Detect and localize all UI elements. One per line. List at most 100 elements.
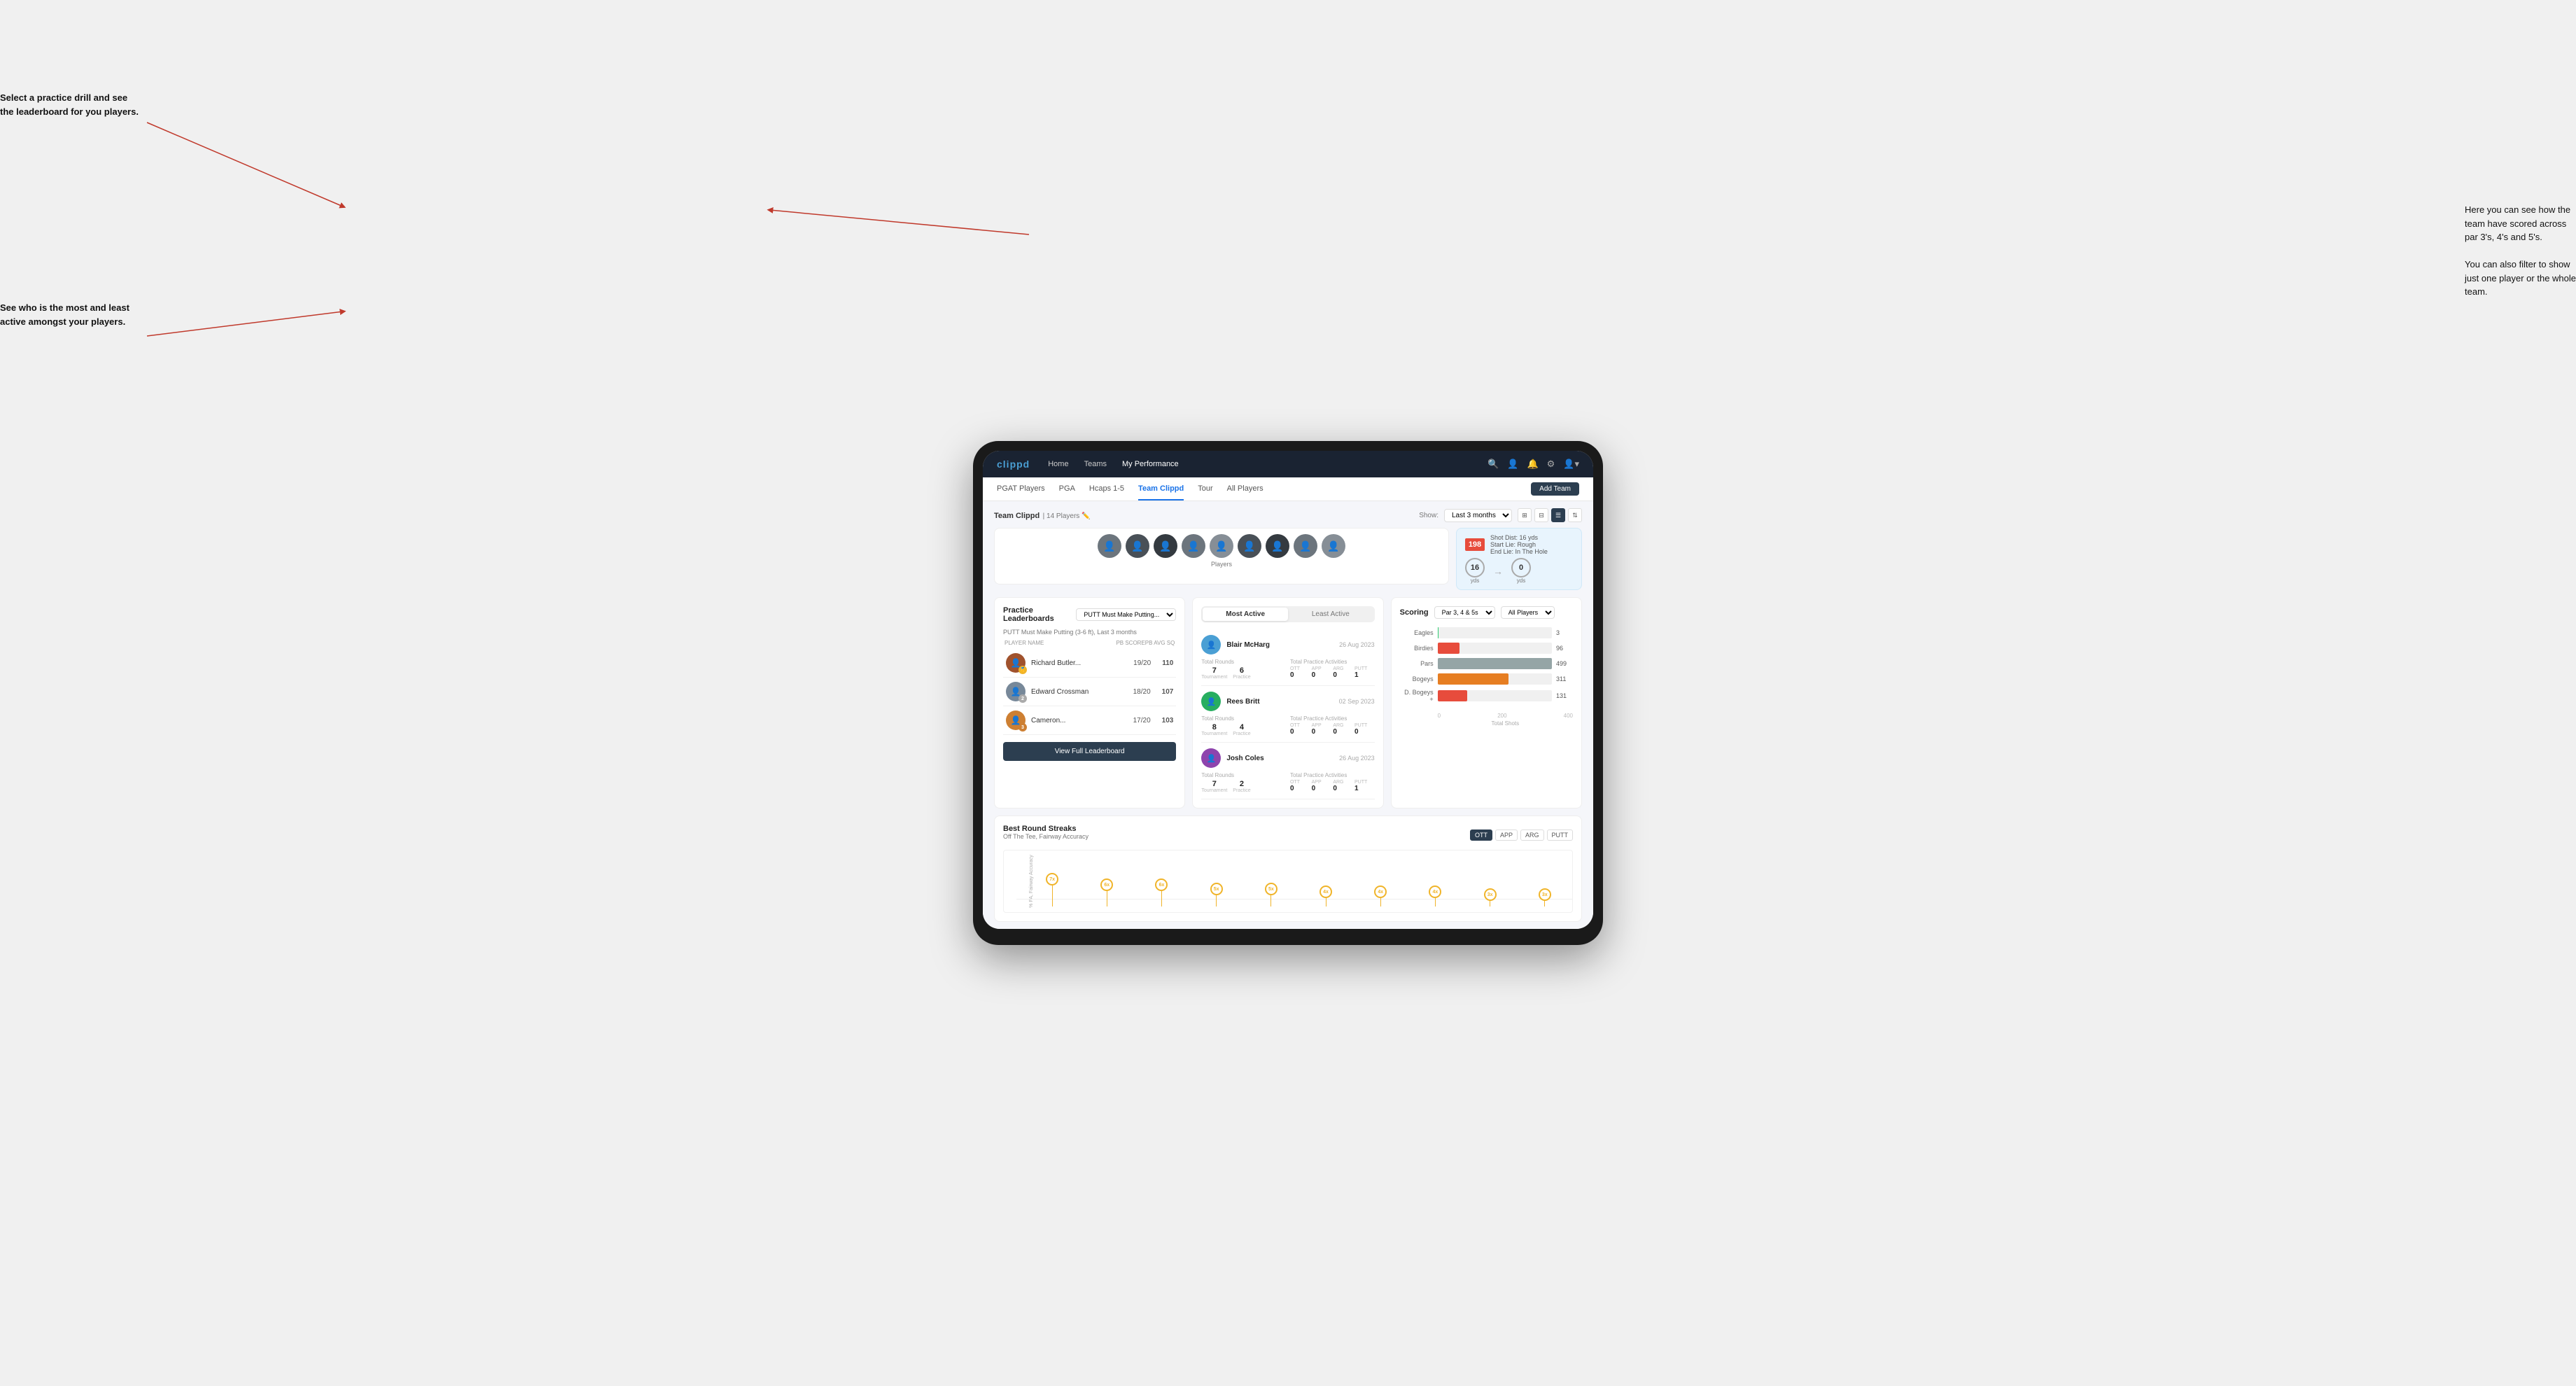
practice-activities-group: Total Practice Activities OTT 0 APP 0	[1290, 659, 1375, 680]
player-score: 18/20	[1133, 688, 1151, 696]
active-stats: Total Rounds 8 Tournament 4 Practice	[1201, 715, 1374, 736]
person-icon[interactable]: 👤	[1507, 458, 1518, 470]
nav-my-performance[interactable]: My Performance	[1121, 460, 1180, 468]
pin-circle: 5x	[1265, 883, 1278, 895]
pin-circle: 7x	[1046, 873, 1058, 886]
tournament-stat: 8 Tournament	[1201, 723, 1227, 736]
sort-view-icon[interactable]: ⇅	[1568, 508, 1582, 522]
shot-end: End Lie: In The Hole	[1490, 548, 1548, 555]
pars-bar	[1438, 658, 1552, 669]
bell-icon[interactable]: 🔔	[1527, 458, 1538, 470]
user-menu[interactable]: 👤▾	[1563, 458, 1579, 470]
bogeys-label: Bogeys	[1400, 676, 1434, 682]
circle1-label: yds	[1465, 578, 1485, 584]
settings-icon[interactable]: ⚙	[1547, 458, 1555, 470]
eagles-track	[1438, 627, 1552, 638]
search-icon[interactable]: 🔍	[1488, 458, 1499, 470]
player-item: 👤	[1126, 534, 1149, 558]
team-name: Team Clippd	[994, 512, 1040, 520]
team-title: Team Clippd | 14 Players ✏️	[994, 509, 1091, 522]
add-team-button[interactable]: Add Team	[1531, 482, 1579, 496]
show-select[interactable]: Last 3 months	[1444, 509, 1512, 522]
avatar: 👤 🥇	[1006, 653, 1026, 673]
pin-circle: 4x	[1429, 886, 1441, 898]
player-item: 👤	[1294, 534, 1317, 558]
leaderboard-filter[interactable]: PUTT Must Make Putting...	[1076, 608, 1176, 621]
silver-badge: 2	[1018, 694, 1027, 703]
active-player-header: 👤 Josh Coles 26 Aug 2023	[1201, 748, 1374, 768]
birdies-track	[1438, 643, 1552, 654]
view-full-leaderboard-button[interactable]: View Full Leaderboard	[1003, 742, 1176, 761]
subnav-pga[interactable]: PGA	[1059, 477, 1075, 500]
subnav-tour[interactable]: Tour	[1198, 477, 1212, 500]
streaks-subtitle: Off The Tee, Fairway Accuracy	[1003, 833, 1088, 840]
shot-circle-2: 0 yds	[1511, 558, 1531, 584]
subnav-pgat[interactable]: PGAT Players	[997, 477, 1045, 500]
streaks-card: Best Round Streaks Off The Tee, Fairway …	[994, 816, 1582, 922]
birdies-bar	[1438, 643, 1460, 654]
streak-chart: % FA, Fairway Accuracy 7x 6x 6	[1003, 850, 1573, 913]
putt-col: PUTT 1	[1354, 780, 1375, 792]
player-score: 19/20	[1133, 659, 1151, 667]
active-player-item: 👤 Josh Coles 26 Aug 2023 Total Rounds 7	[1201, 743, 1374, 799]
putt-col: PUTT 1	[1354, 666, 1375, 679]
tournament-stat: 7 Tournament	[1201, 780, 1227, 793]
practice-activities-label: Total Practice Activities	[1290, 772, 1375, 778]
birdies-label: Birdies	[1400, 645, 1434, 652]
scoring-player-filter[interactable]: All Players	[1501, 606, 1555, 619]
player-item: 👤	[1266, 534, 1289, 558]
avatar: 👤	[1201, 748, 1221, 768]
player-item: 👤	[1210, 534, 1233, 558]
player-name: Blair McHarg	[1226, 641, 1334, 649]
dbogeys-label: D. Bogeys +	[1400, 689, 1434, 703]
rounds-values: 8 Tournament 4 Practice	[1201, 723, 1286, 736]
avatar: 👤	[1210, 534, 1233, 558]
player-item: 👤	[1238, 534, 1261, 558]
subnav-team-clippd[interactable]: Team Clippd	[1138, 477, 1184, 500]
avatar: 👤	[1154, 534, 1177, 558]
scoring-title: Scoring	[1400, 608, 1429, 617]
total-rounds-label: Total Rounds	[1201, 772, 1286, 778]
app-col: APP 0	[1312, 723, 1332, 736]
streak-pin: 4x	[1374, 886, 1387, 906]
grid-large-view-icon[interactable]: ⊟	[1534, 508, 1548, 522]
arg-filter-button[interactable]: ARG	[1520, 830, 1544, 841]
nav-links: Home Teams My Performance	[1046, 460, 1471, 468]
nav-home[interactable]: Home	[1046, 460, 1070, 468]
grid-small-view-icon[interactable]: ⊞	[1518, 508, 1532, 522]
subnav-hcaps[interactable]: Hcaps 1-5	[1089, 477, 1124, 500]
bar-row-bogeys: Bogeys 311	[1400, 673, 1573, 685]
x-axis: 0 200 400	[1400, 713, 1573, 719]
tournament-stat: 7 Tournament	[1201, 666, 1227, 680]
putt-filter-button[interactable]: PUTT	[1547, 830, 1574, 841]
player-name: Richard Butler...	[1031, 659, 1128, 667]
list-view-icon[interactable]: ☰	[1551, 508, 1565, 522]
ott-filter-button[interactable]: OTT	[1470, 830, 1492, 841]
active-players-card: Most Active Least Active 👤 Blair McHarg …	[1192, 597, 1383, 808]
x-tick-0: 0	[1438, 713, 1441, 719]
pin-line	[1270, 895, 1271, 906]
app-filter-button[interactable]: APP	[1495, 830, 1518, 841]
rounds-values: 7 Tournament 2 Practice	[1201, 780, 1286, 793]
practice-cols: OTT 0 APP 0 ARG 0	[1290, 723, 1375, 736]
bar-row-pars: Pars 499	[1400, 658, 1573, 669]
player-score: 17/20	[1133, 717, 1151, 724]
view-icons: ⊞ ⊟ ☰ ⇅	[1518, 508, 1582, 522]
leaderboard-subtitle: PUTT Must Make Putting (3-6 ft), Last 3 …	[1003, 629, 1176, 636]
avatar: 👤	[1238, 534, 1261, 558]
most-active-tab[interactable]: Most Active	[1203, 608, 1288, 621]
player-date: 26 Aug 2023	[1339, 755, 1375, 762]
scoring-par-filter[interactable]: Par 3, 4 & 5s	[1434, 606, 1495, 619]
scoring-bar-chart: Eagles 3 Birdies 96	[1400, 624, 1573, 710]
practice-activities-group: Total Practice Activities OTT 0 APP 0	[1290, 715, 1375, 736]
x-tick-200: 200	[1497, 713, 1506, 719]
ott-col: OTT 0	[1290, 780, 1310, 792]
nav-teams[interactable]: Teams	[1083, 460, 1108, 468]
rounds-values: 7 Tournament 6 Practice	[1201, 666, 1286, 680]
shot-start: Start Lie: Rough	[1490, 541, 1548, 548]
active-player-header: 👤 Rees Britt 02 Sep 2023	[1201, 692, 1374, 711]
least-active-tab[interactable]: Least Active	[1288, 608, 1373, 621]
subnav-all-players[interactable]: All Players	[1227, 477, 1264, 500]
player-name: Josh Coles	[1226, 755, 1334, 762]
total-rounds-group: Total Rounds 7 Tournament 6 Practice	[1201, 659, 1286, 680]
